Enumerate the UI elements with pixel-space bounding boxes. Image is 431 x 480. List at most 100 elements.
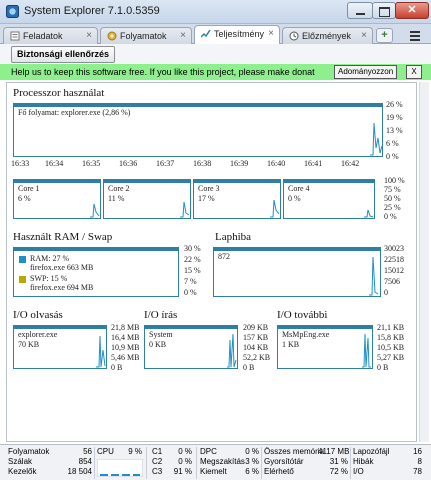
tab-elozmenyek[interactable]: Előzmények × xyxy=(282,27,373,44)
io-other-title: I/O további xyxy=(277,309,328,321)
core-name: Core 1 xyxy=(18,184,40,193)
donate-button[interactable]: Adományozzon xyxy=(334,65,398,79)
io-write-y-tick: 104 KB xyxy=(243,343,269,352)
io-write-y-tick: 209 KB xyxy=(243,323,269,332)
status-bar: Folyamatok 56 Szálak 854 Kezelők 18 504 … xyxy=(0,444,431,480)
tab-folyamatok[interactable]: Folyamatok × xyxy=(100,27,192,44)
swap-legend-swatch xyxy=(19,276,26,283)
core-4-graph: Core 4 0 % xyxy=(283,179,375,219)
core-name: Core 2 xyxy=(108,184,130,193)
ram-y-tick: 15 % xyxy=(184,266,201,275)
status-value: 0 % xyxy=(178,447,192,456)
ram-legend-swatch xyxy=(19,256,26,263)
time-tick: 16:38 xyxy=(193,159,212,168)
status-label: Elérhető xyxy=(264,467,294,476)
io-other-value: 1 KB xyxy=(282,340,300,349)
core-3-graph: Core 3 17 % xyxy=(193,179,281,219)
status-value: 3 % xyxy=(245,457,259,466)
io-read-title: I/O olvasás xyxy=(13,309,63,321)
io-other-y-tick: 21,1 KB xyxy=(377,323,405,332)
io-write-graph: System 0 KB xyxy=(144,325,238,369)
close-tab-icon[interactable]: × xyxy=(361,30,367,41)
ram-y-tick: 0 % xyxy=(184,288,197,297)
close-tab-icon[interactable]: × xyxy=(86,30,92,41)
tab-feladatok[interactable]: Feladatok × xyxy=(3,27,98,44)
time-tick: 16:37 xyxy=(156,159,175,168)
status-label: Gyorsítótár xyxy=(264,457,304,466)
status-label: CPU xyxy=(97,447,114,456)
status-label: Lapozófájl xyxy=(353,447,390,456)
core-y-tick: 50 % xyxy=(384,194,401,203)
pagefault-sparkline xyxy=(369,256,379,296)
minimize-button[interactable] xyxy=(347,2,373,19)
processor-title: Processzor használat xyxy=(13,87,105,99)
io-write-title: I/O írás xyxy=(144,309,178,321)
core-y-tick: 0 % xyxy=(384,212,397,221)
status-label: Hibák xyxy=(353,457,374,466)
status-value: 16 xyxy=(413,447,422,456)
time-tick: 16:40 xyxy=(267,159,286,168)
ram-y-tick: 22 % xyxy=(184,255,201,264)
status-label: Kiemelt xyxy=(200,467,227,476)
core-3-sparkline xyxy=(270,199,280,218)
ram-process: firefox.exe 663 MB xyxy=(30,263,94,272)
time-tick: 16:33 xyxy=(11,159,30,168)
cpu-mini-graph xyxy=(97,459,143,477)
core-name: Core 3 xyxy=(198,184,220,193)
io-other-sparkline xyxy=(362,333,371,368)
performance-panel: Processzor használat Fő folyamat: explor… xyxy=(6,82,417,442)
core-1-sparkline xyxy=(90,203,100,218)
donation-banner: Help us to keep this software free. If y… xyxy=(0,64,431,80)
processor-y-tick: 26 % xyxy=(386,100,403,109)
ram-y-tick: 7 % xyxy=(184,277,197,286)
pagefault-y-tick: 0 xyxy=(384,288,388,297)
processor-y-tick: 0 % xyxy=(386,152,399,161)
core-2-graph: Core 2 11 % xyxy=(103,179,191,219)
close-tab-icon[interactable]: × xyxy=(180,30,186,41)
io-write-y-tick: 52,2 KB xyxy=(243,353,271,362)
history-icon xyxy=(289,31,299,41)
processor-graph: Fő folyamat: explorer.exe (2,86 %) xyxy=(13,103,383,157)
status-separator xyxy=(261,447,262,479)
title-bar: System Explorer 7.1.0.5359 ✕ xyxy=(0,0,431,24)
pagefault-graph: 872 xyxy=(213,247,381,297)
status-label: C1 xyxy=(152,447,163,456)
banner-close-button[interactable]: X xyxy=(406,65,422,79)
core-2-sparkline xyxy=(180,201,190,218)
pagefault-y-tick: 7506 xyxy=(384,277,400,286)
time-tick: 16:42 xyxy=(341,159,360,168)
tab-teljesitmeny[interactable]: Teljesítmény × xyxy=(194,25,280,45)
io-read-sparkline xyxy=(96,335,106,368)
maximize-button[interactable] xyxy=(372,2,396,19)
io-other-y-tick: 10,5 KB xyxy=(377,343,405,352)
status-separator xyxy=(350,447,351,479)
core-y-tick: 25 % xyxy=(384,203,401,212)
close-tab-icon[interactable]: × xyxy=(268,28,274,39)
core-y-tick: 75 % xyxy=(384,185,401,194)
time-tick: 16:34 xyxy=(45,159,64,168)
io-other-y-tick: 5,27 KB xyxy=(377,353,405,362)
window-title: System Explorer 7.1.0.5359 xyxy=(24,5,160,17)
io-read-y-tick: 10,9 MB xyxy=(111,343,140,352)
status-value: 4117 MB xyxy=(318,447,350,456)
menu-icon[interactable] xyxy=(404,28,426,43)
status-value: 78 xyxy=(413,467,422,476)
status-label: DPC xyxy=(200,447,217,456)
security-check-button[interactable]: Biztonsági ellenőrzés xyxy=(11,46,116,63)
status-value: 91 % xyxy=(173,467,192,476)
io-other-graph: MsMpEng.exe 1 KB xyxy=(277,325,373,369)
io-other-process: MsMpEng.exe xyxy=(282,330,330,339)
status-value: 0 % xyxy=(178,457,192,466)
core-name: Core 4 xyxy=(288,184,310,193)
core-4-sparkline xyxy=(364,209,374,218)
vertical-scrollbar[interactable] xyxy=(419,82,429,442)
status-label: Kezelők xyxy=(8,467,37,476)
ram-title: Használt RAM / Swap xyxy=(13,231,113,243)
io-other-y-tick: 0 B xyxy=(377,363,389,372)
add-tab-button[interactable]: + xyxy=(376,28,393,43)
core-value: 6 % xyxy=(18,194,31,203)
close-window-button[interactable]: ✕ xyxy=(395,2,429,19)
processor-y-tick: 13 % xyxy=(386,126,403,135)
io-write-process: System xyxy=(149,330,173,339)
tasks-icon xyxy=(10,31,20,41)
